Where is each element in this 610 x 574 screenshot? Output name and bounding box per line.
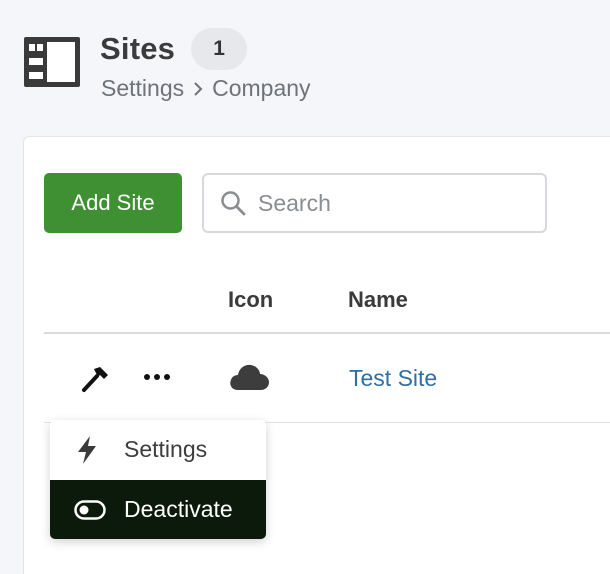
hammer-icon[interactable]	[80, 363, 112, 395]
breadcrumb-item-settings[interactable]: Settings	[101, 75, 184, 102]
breadcrumb: Settings Company	[101, 75, 311, 102]
add-site-button[interactable]: Add Site	[44, 173, 182, 233]
title-row: Sites 1	[100, 28, 248, 70]
count-badge: 1	[191, 28, 248, 70]
toggle-icon	[74, 499, 106, 520]
page-header: Sites 1 Settings Company	[0, 0, 610, 136]
menu-item-label: Settings	[124, 436, 208, 462]
table-header-divider	[44, 332, 610, 334]
search-box[interactable]	[202, 173, 547, 233]
lightning-icon	[78, 435, 96, 464]
chevron-right-icon	[192, 80, 204, 98]
menu-item-deactivate[interactable]: Deactivate	[50, 480, 266, 539]
site-name-link[interactable]: Test Site	[349, 365, 437, 392]
menu-item-label: Deactivate	[124, 496, 233, 522]
breadcrumb-item-company[interactable]: Company	[212, 75, 310, 102]
row-action-menu: Settings Deactivate	[50, 420, 266, 539]
search-input[interactable]	[258, 189, 518, 217]
column-header-icon[interactable]: Icon	[228, 287, 273, 313]
page-title: Sites	[100, 31, 176, 66]
sites-page-icon	[24, 37, 80, 87]
search-icon	[221, 191, 246, 216]
cloud-icon	[230, 364, 269, 390]
column-header-name[interactable]: Name	[348, 287, 408, 313]
menu-item-settings[interactable]: Settings	[50, 420, 266, 479]
more-icon[interactable]	[142, 371, 174, 383]
